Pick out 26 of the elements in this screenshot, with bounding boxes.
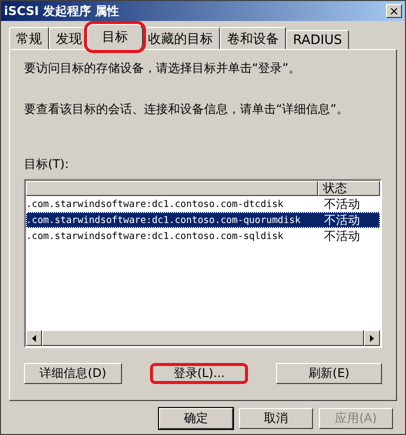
target-name: .com.starwindsoftware:dc1.contoso.com-dtcdisk (26, 198, 284, 210)
targets-label: 目标(T): (24, 156, 70, 173)
target-status: 不活动 (323, 228, 361, 244)
right-arrow-icon[interactable] (370, 334, 374, 342)
target-status: 不活动 (323, 196, 361, 212)
action-button[interactable]: 刷新(E) (276, 363, 382, 384)
tab[interactable]: 目标 (87, 24, 143, 50)
column-header[interactable] (26, 181, 318, 196)
target-name: .com.starwindsoftware:dc1.contoso.com-quorumdisk (26, 214, 302, 226)
close-button[interactable]: × (386, 4, 402, 18)
column-header[interactable]: 状态 (318, 181, 380, 196)
left-arrow-icon[interactable] (32, 334, 36, 342)
instruction-text: 要查看该目标的会话、连接和设备信息，请单击“详细信息”。 (24, 101, 350, 118)
tab[interactable]: RADIUS (286, 30, 350, 49)
horizontal-scrollbar[interactable] (26, 330, 380, 346)
action-button[interactable]: 登录(L)... (150, 363, 248, 384)
tab[interactable]: 卷和设备 (220, 27, 286, 49)
target-row[interactable]: .com.starwindsoftware:dc1.contoso.com-quorumdisk 不活动 (26, 212, 380, 228)
target-name: .com.starwindsoftware:dc1.contoso.com-sqldisk (26, 230, 284, 242)
dialog-button[interactable]: 确定 (159, 408, 233, 429)
window-title: iSCSI 发起程序 属性 (4, 2, 120, 20)
tab[interactable]: 常规 (9, 27, 49, 49)
dialog-button[interactable]: 取消 (239, 408, 313, 429)
target-status: 不活动 (323, 212, 361, 228)
action-button[interactable]: 详细信息(D) (24, 363, 122, 384)
instruction-text: 要访问目标的存储设备，请选择目标并单击“登录”。 (24, 60, 302, 77)
